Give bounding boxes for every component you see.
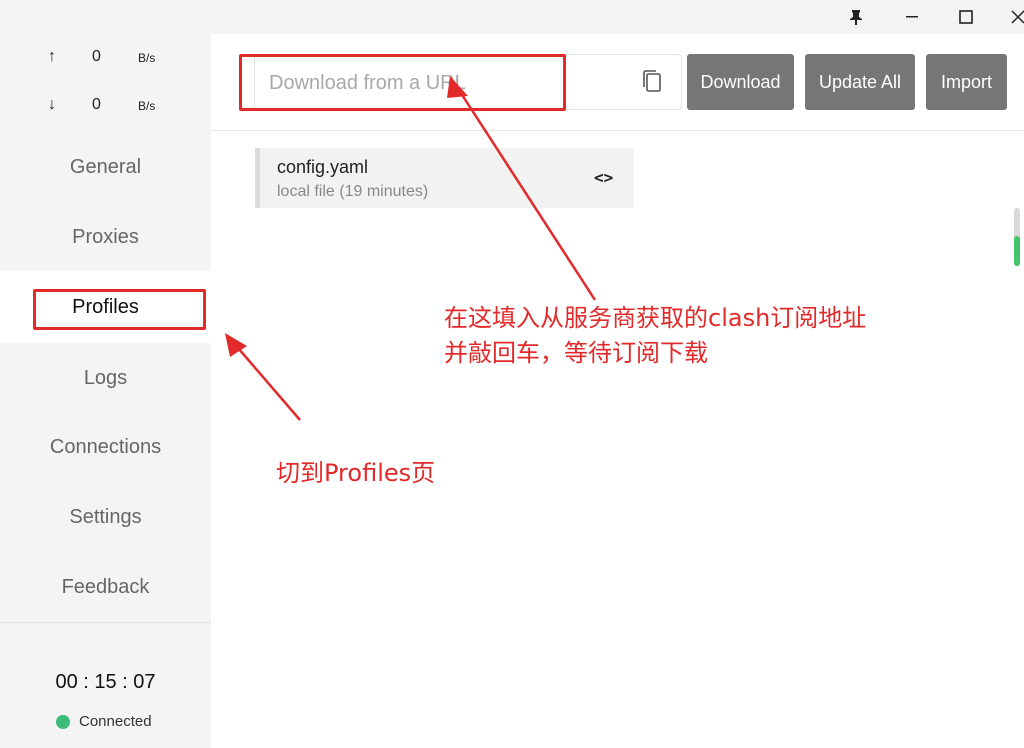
annotation-url-note-2: 并敲回车，等待订阅下载 <box>444 339 708 367</box>
annotation-url-note-1: 在这填入从服务商获取的clash订阅地址 <box>444 304 867 332</box>
annotation-arrows <box>225 76 597 421</box>
annotation-profiles-note: 切到Profiles页 <box>276 459 436 487</box>
